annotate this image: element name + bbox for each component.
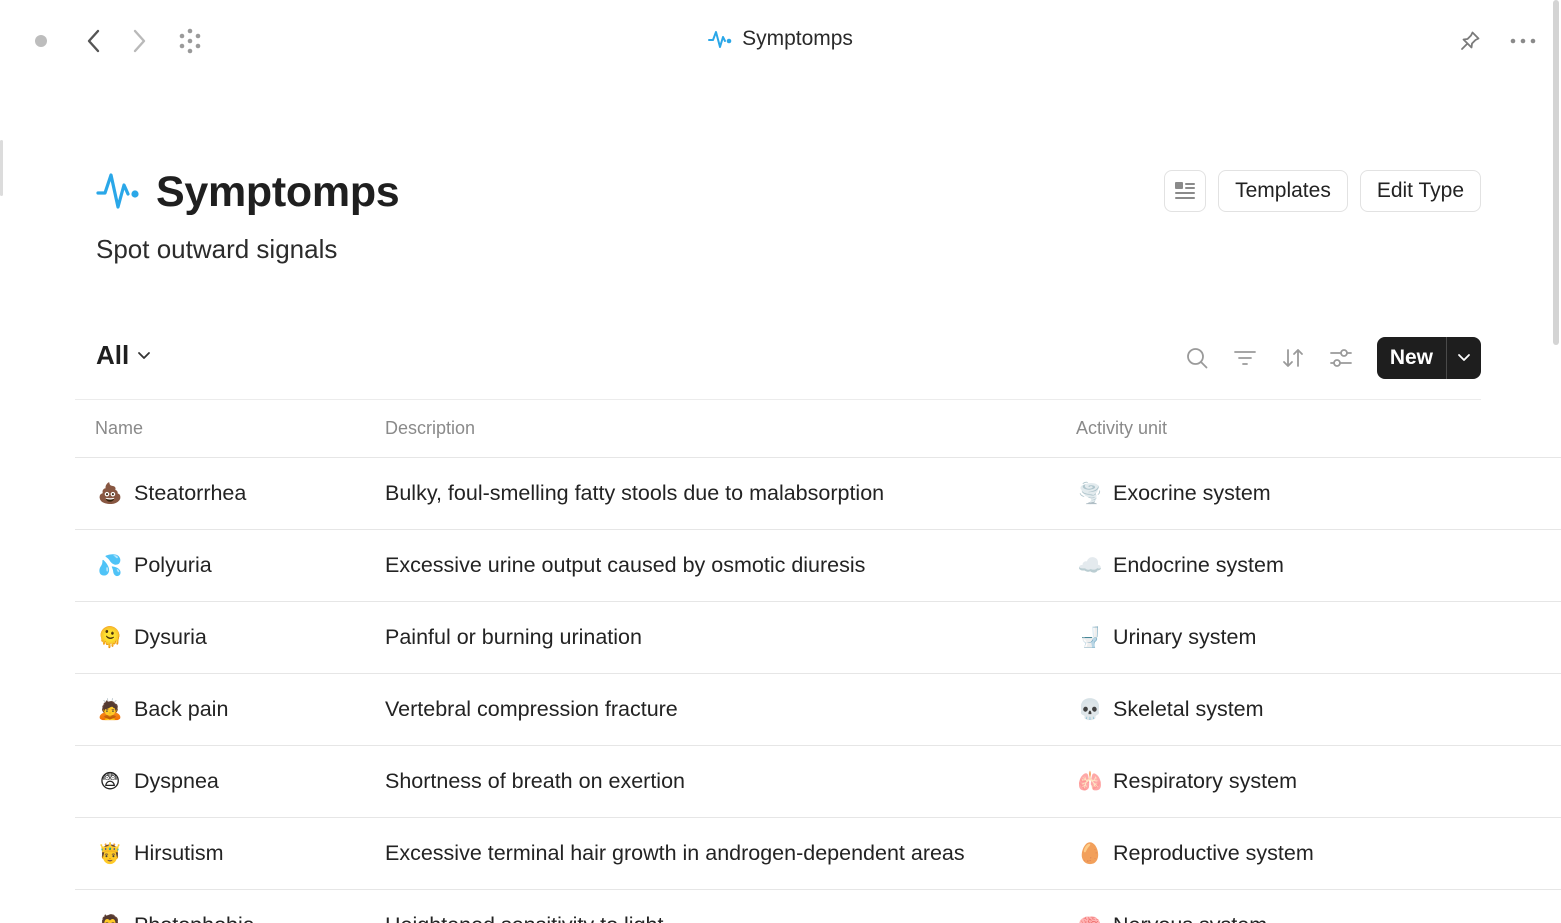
- cell-activity-unit[interactable]: 🚽 Urinary system: [1056, 625, 1561, 650]
- app-window: Symptomps Symptomps Spot outward signals…: [0, 0, 1561, 923]
- cell-description: Excessive urine output caused by osmotic…: [385, 553, 866, 577]
- cell-description: Painful or burning urination: [385, 625, 642, 649]
- unit-emoji: 🌪️: [1077, 483, 1103, 505]
- cell-name: 💦 Polyuria: [75, 553, 365, 578]
- column-header-name[interactable]: Name: [75, 418, 365, 439]
- sort-icon: [1282, 349, 1303, 367]
- cell-description: Shortness of breath on exertion: [385, 769, 685, 793]
- window-title-text: Symptomps: [742, 27, 853, 50]
- unit-name: Endocrine system: [1113, 553, 1284, 577]
- layout-button[interactable]: [1164, 170, 1207, 212]
- cell-activity-unit[interactable]: 🌪️ Exocrine system: [1056, 481, 1561, 506]
- filter-button[interactable]: [1221, 338, 1269, 378]
- cell-description: Vertebral compression fracture: [385, 697, 678, 721]
- pulse-icon: [96, 169, 140, 216]
- sort-button[interactable]: [1269, 338, 1317, 378]
- row-emoji: 🤴: [97, 843, 123, 865]
- row-emoji: 🧛: [95, 913, 125, 923]
- new-button-group: New: [1376, 337, 1481, 379]
- page-title-text: Symptomps: [156, 168, 400, 216]
- cell-activity-unit[interactable]: ☁️ Endocrine system: [1056, 553, 1561, 578]
- pin-button[interactable]: [1456, 27, 1484, 55]
- settings-sliders-icon: [1329, 349, 1352, 367]
- unit-emoji: 🧠: [1076, 913, 1104, 923]
- unit-emoji: 🫁: [1077, 771, 1103, 793]
- search-icon: [1186, 348, 1208, 369]
- row-name: Dysuria: [134, 625, 207, 649]
- table-row[interactable]: 🫠 Dysuria Painful or burning urination 🚽 U…: [75, 602, 1561, 674]
- top-bar: Symptomps: [0, 0, 1561, 82]
- column-header-description[interactable]: Description: [365, 418, 1056, 439]
- cell-activity-unit[interactable]: 🥚 Reproductive system: [1056, 841, 1561, 866]
- more-horizontal-icon: [1510, 38, 1536, 44]
- cell-name: 🧛 Photophobia: [75, 913, 365, 923]
- row-name: Dyspnea: [134, 769, 219, 793]
- edit-type-button[interactable]: Edit Type: [1359, 170, 1481, 212]
- table-row[interactable]: 💦 Polyuria Excessive urine output caused …: [75, 530, 1561, 602]
- row-name: Hirsutism: [134, 841, 224, 865]
- layout-icon: [1175, 182, 1196, 199]
- pulse-icon: [708, 28, 732, 50]
- table-row[interactable]: 💩 Steatorrhea Bulky, foul-smelling fatty …: [75, 458, 1561, 530]
- table-row[interactable]: 🙇 Back pain Vertebral compression fractur…: [75, 674, 1561, 746]
- table-header: Name Description Activity unit: [75, 400, 1561, 458]
- cell-name: 🫠 Dysuria: [75, 625, 365, 650]
- row-emoji: 🫠: [97, 627, 123, 649]
- column-header-activity-unit[interactable]: Activity unit: [1056, 418, 1561, 439]
- row-emoji: 🙇: [97, 699, 123, 721]
- cell-activity-unit[interactable]: 🫁 Respiratory system: [1056, 769, 1561, 794]
- table-row[interactable]: 🤴 Hirsutism Excessive terminal hair growt…: [75, 818, 1561, 890]
- table-row[interactable]: 🧛 Photophobia Heightened sensitivity to l…: [75, 890, 1561, 923]
- more-button[interactable]: [1508, 27, 1538, 55]
- new-button[interactable]: New: [1377, 337, 1446, 379]
- row-name: Polyuria: [134, 553, 212, 577]
- table-row[interactable]: 😨 Dyspnea Shortness of breath on exertion…: [75, 746, 1561, 818]
- page-subtitle: Spot outward signals: [96, 234, 338, 264]
- cell-description: Excessive terminal hair growth in androg…: [385, 841, 965, 865]
- cell-name: 🙇 Back pain: [75, 697, 365, 722]
- cell-name: 🤴 Hirsutism: [75, 841, 365, 866]
- unit-name: Exocrine system: [1113, 481, 1271, 505]
- cell-name: 💩 Steatorrhea: [75, 481, 365, 506]
- chevron-down-icon: [138, 351, 151, 359]
- page-title: Symptomps: [96, 168, 400, 217]
- cell-activity-unit[interactable]: 🧠 Nervous system: [1056, 913, 1561, 923]
- unit-emoji: ☁️: [1077, 555, 1103, 577]
- unit-name: Respiratory system: [1113, 769, 1297, 793]
- cell-activity-unit[interactable]: 💀 Skeletal system: [1056, 697, 1561, 722]
- row-emoji: 💦: [97, 555, 123, 577]
- row-name: Steatorrhea: [134, 481, 247, 505]
- pin-icon: [1461, 31, 1480, 50]
- templates-button[interactable]: Templates: [1218, 170, 1348, 212]
- view-selector[interactable]: All: [96, 340, 151, 371]
- view-selector-label: All: [96, 340, 130, 370]
- header-actions: Templates Edit Type: [1164, 170, 1481, 212]
- unit-emoji: 💀: [1077, 699, 1103, 721]
- cell-description: Heightened sensitivity to light: [365, 913, 1056, 923]
- window-edge: [0, 140, 3, 196]
- unit-name: Nervous system: [1113, 913, 1267, 923]
- unit-emoji: 🥚: [1077, 843, 1103, 865]
- filter-icon: [1233, 351, 1256, 365]
- row-emoji: 😨: [99, 771, 121, 793]
- row-name: Photophobia: [134, 913, 255, 923]
- row-name: Back pain: [134, 697, 229, 721]
- unit-emoji: 🚽: [1077, 627, 1103, 649]
- window-title: Symptomps: [0, 27, 1561, 51]
- unit-name: Reproductive system: [1113, 841, 1314, 865]
- table-tools: New: [1173, 337, 1481, 379]
- unit-name: Skeletal system: [1113, 697, 1264, 721]
- cell-name: 😨 Dyspnea: [75, 769, 365, 794]
- row-emoji: 💩: [97, 483, 123, 505]
- chevron-down-icon: [1458, 354, 1470, 361]
- view-settings-button[interactable]: [1317, 338, 1365, 378]
- records-table: Name Description Activity unit 💩 Steatorr…: [75, 399, 1561, 923]
- unit-name: Urinary system: [1113, 625, 1257, 649]
- cell-description: Bulky, foul-smelling fatty stools due to…: [385, 481, 885, 505]
- new-options-button[interactable]: [1447, 337, 1481, 379]
- search-button[interactable]: [1173, 338, 1221, 378]
